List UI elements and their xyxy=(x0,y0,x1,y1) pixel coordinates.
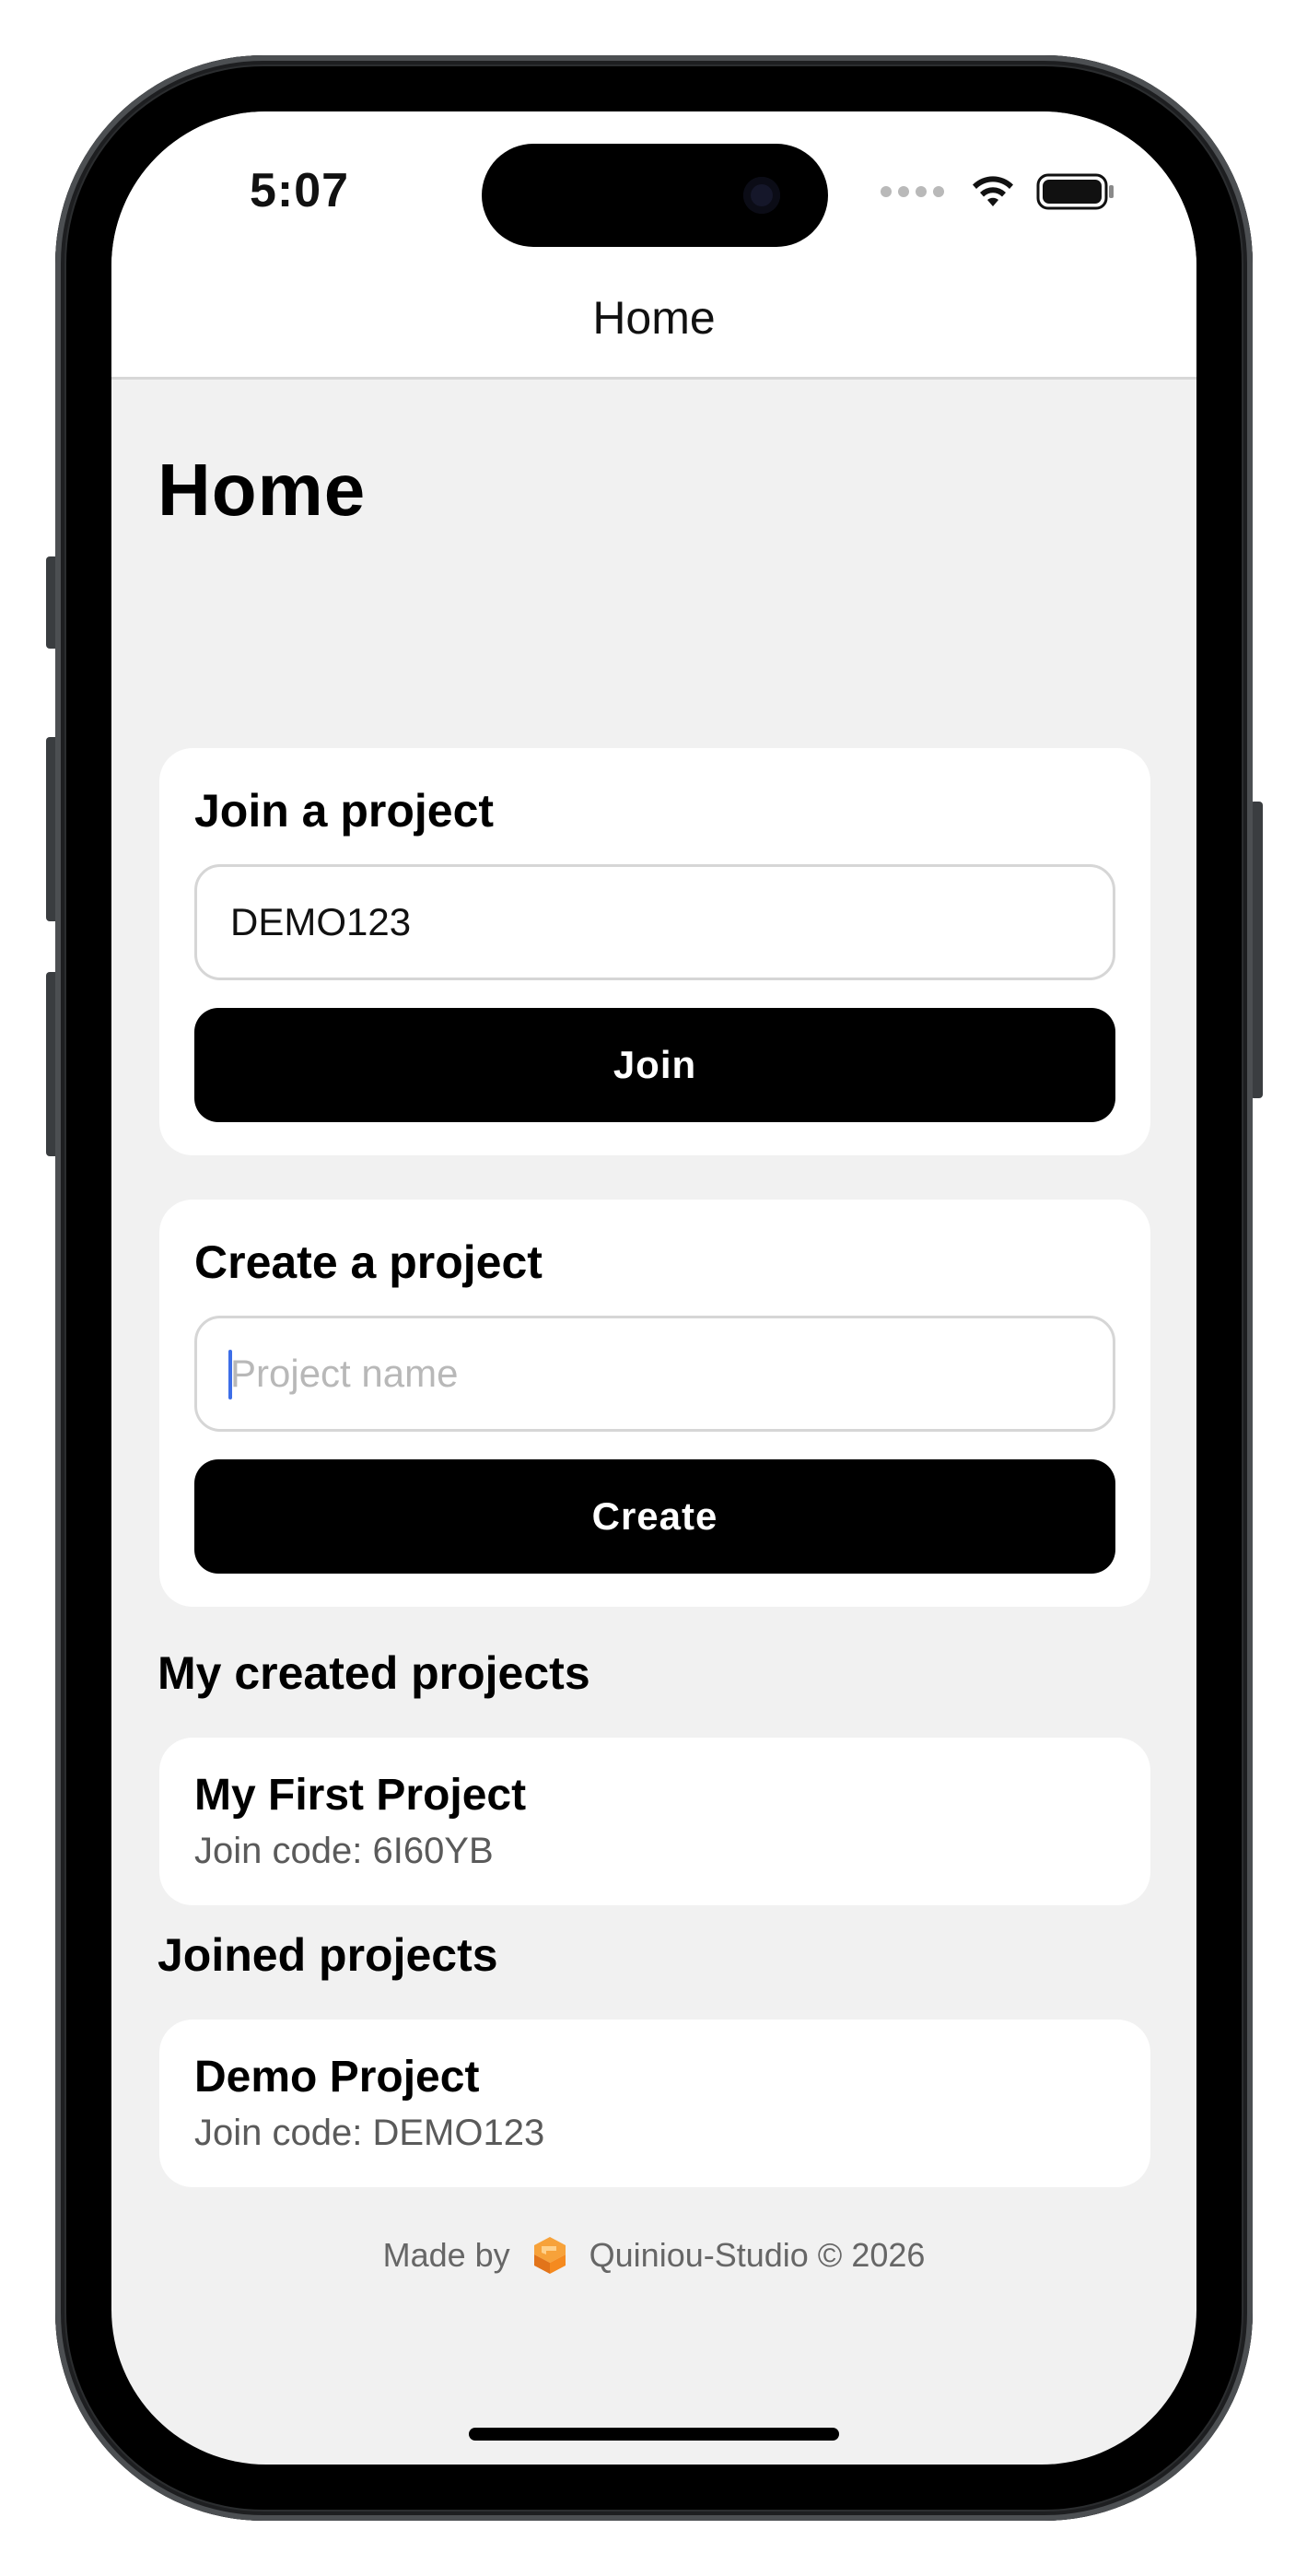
top-bar: 5:07 Home xyxy=(111,111,1196,380)
project-name-input[interactable] xyxy=(194,1316,1115,1432)
text-caret xyxy=(228,1350,232,1399)
project-name: My First Project xyxy=(194,1771,527,1820)
phone-frame: 5:07 Home Home Join a project DEMO123 Jo… xyxy=(55,55,1253,2521)
status-time: 5:07 xyxy=(250,164,350,217)
home-indicator[interactable] xyxy=(469,2428,839,2441)
project-name: Demo Project xyxy=(194,2053,480,2102)
footer-studio-link[interactable]: Quiniou-Studio © 2026 xyxy=(589,2233,926,2277)
wifi-icon xyxy=(973,176,1013,206)
cellular-signal-icon xyxy=(881,186,944,197)
join-code-input[interactable] xyxy=(194,864,1115,980)
footer: Made by Quiniou-Studio © 2026 xyxy=(158,2233,1150,2277)
project-list-item[interactable]: Demo Project Join code: DEMO123 xyxy=(159,2020,1150,2187)
joined-projects-heading: Joined projects xyxy=(158,1929,498,1981)
project-list-item[interactable]: My First Project Join code: 6I60YB xyxy=(159,1738,1150,1905)
project-join-code: Join code: 6I60YB xyxy=(194,1831,494,1871)
join-project-card: Join a project Join xyxy=(159,748,1150,1155)
created-projects-heading: My created projects xyxy=(158,1647,590,1699)
battery-icon xyxy=(1036,173,1114,210)
studio-logo-icon[interactable] xyxy=(529,2234,571,2277)
join-button[interactable]: Join xyxy=(194,1008,1115,1122)
create-card-heading: Create a project xyxy=(194,1236,543,1288)
footer-made-by: Made by xyxy=(382,2236,510,2274)
device-mockup: 5:07 Home Home Join a project DEMO123 Jo… xyxy=(0,0,1307,2576)
project-join-code: Join code: DEMO123 xyxy=(194,2113,545,2153)
dynamic-island xyxy=(482,144,828,247)
front-camera-icon xyxy=(743,177,780,214)
create-project-card: Create a project Create xyxy=(159,1200,1150,1607)
page-title: Home xyxy=(158,449,367,531)
status-icons xyxy=(881,172,1115,211)
join-card-heading: Join a project xyxy=(194,785,495,837)
screen: 5:07 Home Home Join a project DEMO123 Jo… xyxy=(111,111,1196,2465)
nav-title: Home xyxy=(592,292,716,344)
create-button[interactable]: Create xyxy=(194,1459,1115,1574)
